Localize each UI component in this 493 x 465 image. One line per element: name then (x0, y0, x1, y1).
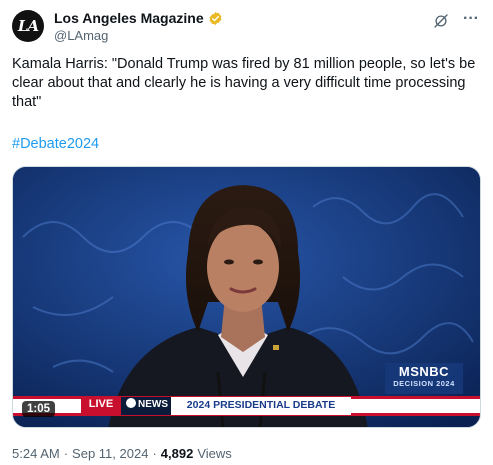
hashtag-link[interactable]: #Debate2024 (12, 136, 99, 152)
live-label: LIVE (88, 398, 114, 410)
debate-title-label: 2024 PRESIDENTIAL DEBATE (186, 399, 336, 411)
meta-separator: · (63, 446, 69, 461)
author-name-row: Los Angeles Magazine (54, 10, 223, 26)
tweet-text: Kamala Harris: "Donald Trump was fired b… (12, 56, 476, 110)
verified-badge-icon (209, 11, 222, 25)
author-name[interactable]: Los Angeles Magazine (54, 10, 204, 26)
video-player[interactable]: MSNBC DECISION 2024 LIVE NEWS 2024 PRESI… (12, 166, 481, 428)
tweet-date[interactable]: Sep 11, 2024 (72, 446, 148, 461)
msnbc-label: MSNBC (398, 364, 450, 379)
views-count[interactable]: 4,892 (161, 446, 194, 461)
abc-logo-icon (126, 398, 136, 408)
avatar-logo-text: LA (17, 17, 39, 35)
meta-separator-2: · (152, 446, 157, 461)
grok-icon[interactable] (432, 12, 450, 30)
author-handle[interactable]: @LAmag (54, 28, 108, 43)
decision-label: DECISION 2024 (393, 379, 455, 388)
msnbc-bug-text: MSNBC DECISION 2024 (385, 364, 463, 388)
tweet-time[interactable]: 5:24 AM (12, 446, 60, 461)
tweet-header: LA Los Angeles Magazine @LAmag ··· (12, 6, 482, 46)
network-label: NEWS (138, 399, 168, 410)
video-duration: 1:05 (22, 401, 56, 417)
video-frame (13, 167, 480, 427)
views-label: Views (197, 446, 232, 461)
avatar[interactable]: LA (12, 10, 44, 42)
abc-news-label: NEWS (123, 398, 171, 410)
more-options-icon[interactable]: ··· (462, 11, 480, 30)
tweet-meta: 5:24 AM · Sep 11, 2024 · 4,892 Views (12, 446, 232, 461)
